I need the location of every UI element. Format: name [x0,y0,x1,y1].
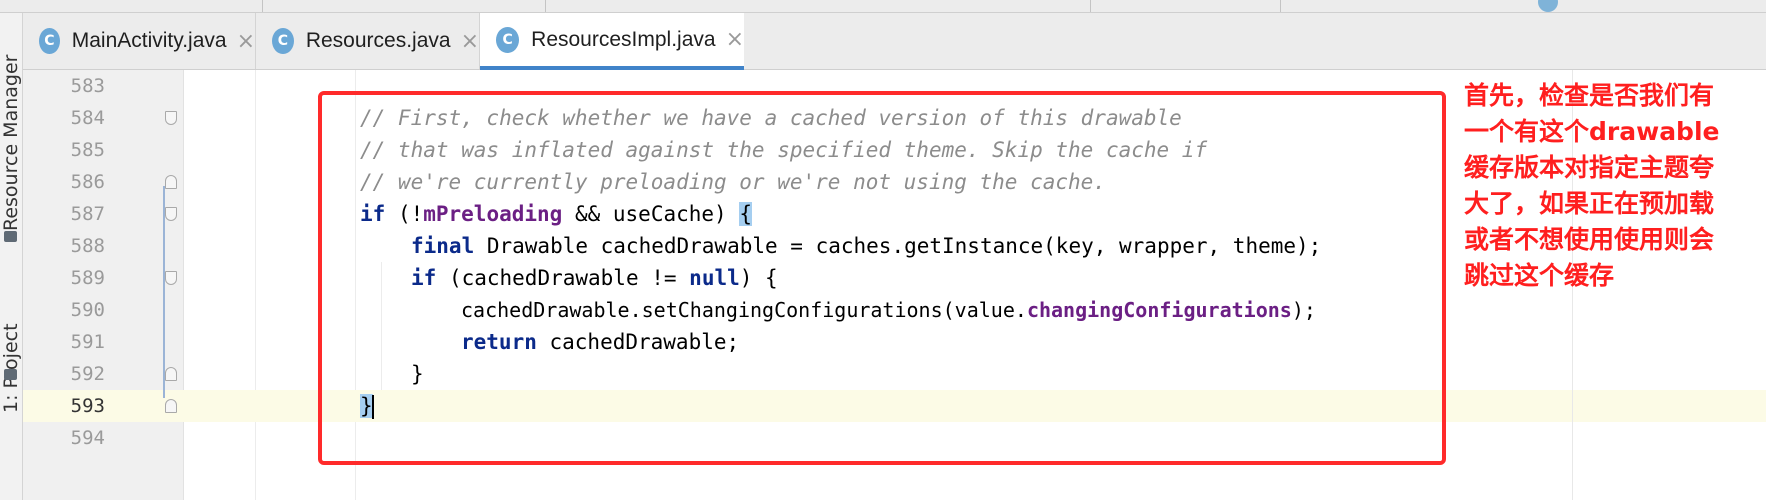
keyword-token: final [411,234,475,258]
line-number: 590 [70,299,105,321]
change-marker[interactable] [163,186,165,398]
field-token: mPreloading [423,202,563,226]
class-icon: C [496,26,520,53]
comment-token: // that was inflated against the specifi… [360,138,1208,162]
code-token: && useCache) [562,202,740,226]
code-line: 592 } [23,358,1766,390]
line-number: 594 [70,427,105,449]
line-number: 593 [70,395,105,417]
resource-manager-tab[interactable]: Resource Manager [0,43,22,243]
tab-mainactivity[interactable]: C MainActivity.java × [23,13,255,69]
code-text: if (cachedDrawable != null) { [411,262,778,294]
line-number: 592 [70,363,105,385]
class-icon [1538,0,1558,12]
code-text: if (!mPreloading && useCache) { [360,198,752,230]
class-icon: C [39,28,60,54]
annotation-text: 首先，检查是否我们有 一个有这个drawable 缓存版本对指定主题夸 大了，如… [1464,78,1764,294]
keyword-token: if [360,202,386,226]
code-text: // that was inflated against the specifi… [360,134,1207,166]
keyword-token: return [461,330,537,354]
line-number: 584 [70,107,105,129]
fold-marker-icon[interactable] [165,175,177,189]
line-number: 585 [70,139,105,161]
tab-resources[interactable]: C Resources.java × [256,13,479,69]
line-number: 591 [70,331,105,353]
code-text: } [360,390,374,422]
text-caret [371,395,374,419]
line-number: 587 [70,203,105,225]
resource-manager-icon [4,231,17,242]
code-text: // we're currently preloading or we're n… [360,166,1106,198]
annotation-line: 或者不想使用使用则会 [1464,225,1715,254]
close-icon[interactable]: × [237,29,255,54]
fold-marker-icon[interactable] [165,207,177,221]
code-token: (! [385,202,424,226]
keyword-token: null [689,266,740,290]
code-token: Drawable cachedDrawable = caches.getInst… [474,234,1322,258]
annotation-line: 跳过这个缓存 [1464,261,1615,290]
close-icon[interactable]: × [461,29,479,54]
comment-token: // First, check whether we have a cached… [360,106,1182,130]
tab-label: Resources.java [305,29,451,52]
project-tab[interactable]: 1: Project [0,308,22,428]
top-strip [0,0,1766,13]
tab-edge [262,0,263,12]
current-line: 593 } [23,390,1766,422]
matched-brace: { [739,202,752,226]
line-number: 589 [70,267,105,289]
class-icon: C [272,28,294,54]
tab-edge [1280,0,1281,12]
code-line: 590 cachedDrawable.setChangingConfigurat… [23,294,1766,326]
annotation-line: 一个有这个drawable [1464,117,1720,146]
fold-marker-icon[interactable] [165,399,177,413]
folder-icon [4,369,17,380]
fold-marker-icon[interactable] [165,111,177,125]
keyword-token: if [411,266,437,290]
code-token: ) { [739,266,778,290]
field-token: changingConfigurations [1026,298,1292,322]
annotation-line: 首先，检查是否我们有 [1464,81,1715,110]
tab-edge [545,0,546,12]
tab-label: ResourcesImpl.java [531,27,716,51]
code-text: // First, check whether we have a cached… [360,102,1182,134]
code-token: ); [1291,298,1316,322]
code-token: } [411,362,424,386]
comment-token: // we're currently preloading or we're n… [360,170,1106,194]
code-text: return cachedDrawable; [461,326,739,358]
tab-edge [1090,0,1091,12]
code-line: 594 [23,422,1766,454]
line-number: 583 [70,75,105,97]
line-number: 588 [70,235,105,257]
left-tool-window-bar: Resource Manager 1: Project [0,13,23,500]
line-number: 586 [70,171,105,193]
tab-label: MainActivity.java [71,29,227,52]
annotation-line: 缓存版本对指定主题夸 [1464,153,1715,182]
code-token: cachedDrawable; [536,330,740,354]
tab-resourcesimpl[interactable]: C ResourcesImpl.java × [480,13,744,70]
code-text: final Drawable cachedDrawable = caches.g… [411,230,1321,262]
code-text: } [411,358,424,390]
code-token: cachedDrawable.setChangingConfigurations… [461,298,1027,322]
fold-marker-icon[interactable] [165,271,177,285]
code-text: cachedDrawable.setChangingConfigurations… [461,294,1316,326]
fold-marker-icon[interactable] [165,367,177,381]
close-icon[interactable]: × [726,27,744,52]
code-token: (cachedDrawable != [436,266,690,290]
code-line: 591 return cachedDrawable; [23,326,1766,358]
editor-tab-bar: C MainActivity.java × C Resources.java ×… [23,13,1766,70]
annotation-line: 大了，如果正在预加载 [1464,189,1715,218]
